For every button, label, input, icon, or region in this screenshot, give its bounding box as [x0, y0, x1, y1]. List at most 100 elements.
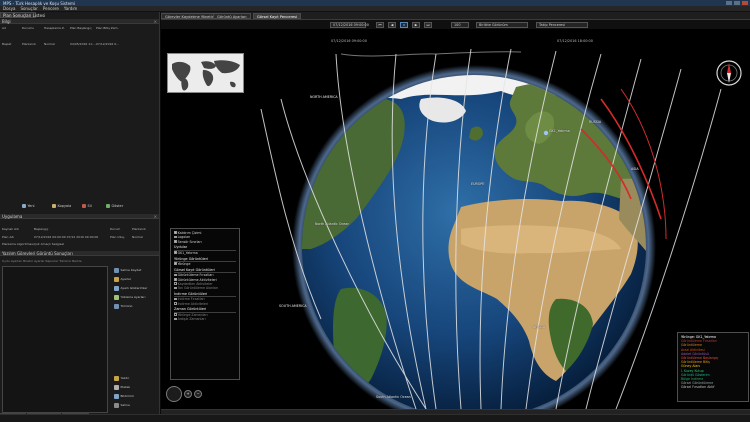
layer-item[interactable]: GK1_Yatırma [174, 251, 236, 255]
new-button[interactable]: Yeni [22, 204, 35, 208]
menu-item-file[interactable]: Dosya [3, 6, 15, 11]
col-state: Durum [110, 227, 121, 231]
compass-icon[interactable] [715, 59, 743, 87]
label-russia: RUSSIA [589, 120, 602, 124]
scene-button[interactable]: Sahne [114, 403, 130, 408]
label-europe: EUROPE [471, 182, 485, 186]
copy-icon [52, 204, 56, 208]
menu-item-window[interactable]: Pencere [43, 6, 59, 11]
show-label: Göster [111, 204, 124, 208]
layer-item[interactable]: Yörünge [174, 262, 236, 266]
show-button[interactable]: Göster [106, 204, 123, 208]
col-begin: Başlangıç [34, 227, 49, 231]
step-back-button[interactable]: ◀ [388, 21, 396, 28]
filter-row[interactable]: Uydu Ayarları Birebir Ayarlar Raporlar T… [2, 259, 82, 263]
tab-task-management[interactable]: Görevler Kaydetme Yönetimi [161, 13, 221, 19]
checkbox-icon[interactable] [174, 286, 177, 290]
speed-field[interactable]: 100 [451, 21, 469, 28]
view-icon [114, 286, 119, 291]
layer-item-label: Yörünge [177, 262, 191, 266]
table-row[interactable]: Başlat Planlandı Normal 04/05/2016 11:..… [2, 42, 124, 46]
menu-item-results[interactable]: Sonuçlar [20, 6, 37, 11]
table-row[interactable]: Planlama Algoritması Çok Amaçlı Sezgisel [2, 242, 94, 246]
globe-canvas[interactable] [161, 29, 750, 409]
minimize-button[interactable] [726, 0, 732, 5]
menu-item-help[interactable]: Yardım [64, 6, 77, 11]
checkbox-icon[interactable] [174, 282, 177, 285]
save-scene-button[interactable]: Sahne Kaydet [114, 268, 141, 273]
upload-settings-button[interactable]: Yükleme Ayarları [114, 295, 145, 300]
list-icon [114, 304, 119, 309]
notify-button[interactable]: Bildirimli [114, 394, 134, 399]
layer-item[interactable]: Ardışık Zamanları [174, 317, 236, 321]
print-label: Yazdır [120, 376, 130, 381]
layer-item-label: Sensör Sınırları [177, 239, 202, 244]
overview-minimap[interactable] [167, 53, 244, 93]
maximize-button[interactable] [734, 0, 740, 5]
layers-panel: Kaldırım Çizimi Logoları Sensör Sınırları U… [170, 228, 240, 380]
views-button[interactable]: Ayarlı Gösterimler [114, 286, 147, 291]
pan-control[interactable] [166, 386, 182, 402]
checkbox-icon[interactable] [174, 251, 177, 254]
close-icon[interactable]: × [154, 214, 157, 219]
source-table-header: Kaynak Adı Başlangıç Durum Planlandı [2, 227, 156, 232]
orbit-track [340, 51, 522, 57]
cell: Planlandı [22, 42, 36, 46]
checkbox-icon[interactable] [174, 302, 177, 305]
all-button[interactable]: Tümünü [114, 304, 132, 309]
copy-button[interactable]: Kopyala [52, 204, 71, 208]
checkbox-icon[interactable] [174, 297, 177, 301]
window-controls [726, 0, 748, 5]
print-icon [114, 376, 119, 381]
cell: Başlat [2, 42, 12, 46]
pause-button[interactable]: ⏸ [400, 21, 408, 28]
skip-forward-button[interactable]: ⏭ [424, 21, 432, 28]
globe-viewport[interactable]: 07/12/2016 09:00:00 07/12/2016 18:00:00 [161, 29, 750, 409]
time-field[interactable]: 07/12/2016 09:00:00 [330, 21, 369, 28]
close-button[interactable] [742, 0, 748, 5]
checkbox-icon[interactable] [174, 273, 177, 277]
skip-back-button[interactable]: ⏮ [376, 21, 384, 28]
layer-item-label: Ton Görüntüleme Alanları [177, 286, 219, 291]
label-satellite: GK1_Yatırma [549, 129, 570, 133]
table-row[interactable]: Plan Adı 07/12/2016 09:00:00 07/12 2016 … [2, 235, 156, 239]
scene-label: Sahne [120, 403, 130, 408]
tab-plan-results[interactable]: Plan Sonuçları Listesi [0, 12, 45, 18]
layer-item[interactable]: Sensör Sınırları [174, 240, 236, 244]
views-label: Ayarlı Gösterimler [120, 286, 148, 291]
app-panel-label: Uygulama [2, 214, 23, 219]
checkbox-icon[interactable] [174, 231, 177, 234]
upload-icon [114, 295, 119, 300]
upload-settings-label: Yükleme Ayarları [120, 295, 146, 300]
layer-item-label: İndirme Aktiviteleri [177, 301, 208, 306]
checkbox-icon[interactable] [174, 277, 177, 281]
plate-button[interactable]: Plakalı [114, 385, 130, 390]
tab-view-settings[interactable]: Görüntü Ayarları [213, 13, 251, 19]
layer-item[interactable]: İndirme Aktiviteleri [174, 302, 236, 306]
zoom-in-button[interactable]: + [184, 390, 192, 398]
zoom-out-button[interactable]: − [194, 390, 202, 398]
layer-item-label: Ardışık Zamanları [177, 317, 206, 322]
satellite-marker[interactable] [543, 130, 549, 136]
new-label: Yeni [27, 204, 35, 208]
play-button[interactable]: ▶ [412, 21, 420, 28]
results-list[interactable] [2, 266, 108, 413]
checkbox-icon[interactable] [174, 313, 177, 316]
plate-label: Plakalı [120, 385, 131, 390]
print-button[interactable]: Yazdır [114, 376, 129, 381]
checkbox-icon[interactable] [174, 240, 177, 243]
checkbox-icon[interactable] [174, 235, 177, 239]
delete-button[interactable]: Sil [82, 204, 92, 208]
satellite-icon[interactable] [543, 130, 549, 136]
label-north-atlantic: North Atlantic Ocean [315, 222, 350, 226]
layer-item[interactable]: Ton Görüntüleme Alanları [174, 286, 236, 290]
checkbox-icon[interactable] [174, 317, 177, 321]
settings-button[interactable]: Ayarlar [114, 277, 131, 282]
close-icon[interactable]: × [154, 19, 157, 24]
mode-select[interactable]: Birlikte Görünüm [476, 21, 528, 28]
layer-item-label: GK1_Yatırma [177, 250, 198, 255]
tab-visual-record[interactable]: Görsel Kayıt Penceresi [253, 13, 302, 19]
col-calc: Hesaplama Z. [44, 26, 65, 30]
checkbox-icon[interactable] [174, 262, 177, 265]
tracking-select[interactable]: Takip Penceresi [536, 21, 588, 28]
